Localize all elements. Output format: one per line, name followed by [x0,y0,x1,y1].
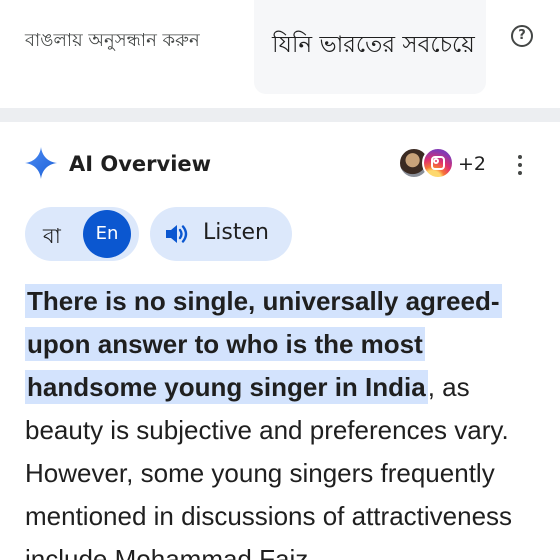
sources-more-count: +2 [458,153,487,175]
sparkle-icon [25,147,57,179]
search-in-bengali-link[interactable]: বাঙলায় অনুসন্ধান করুন [25,26,200,57]
section-divider [0,108,560,122]
language-option-english[interactable]: En [83,210,131,258]
page: বাঙলায় অনুসন্ধান করুন যিনি ভারতের সবচেয… [0,0,560,560]
query-chip[interactable]: যিনি ভারতের সবচেয়ে [254,0,486,94]
language-toggle[interactable]: বা En [25,207,139,261]
listen-label: Listen [203,220,269,245]
search-top-bar: বাঙলায় অনুসন্ধান করুন যিনি ভারতের সবচেয… [0,0,560,108]
ai-overview-header: AI Overview +2 [0,140,560,192]
ai-overview-answer: There is no single, universally agreed-u… [25,280,545,560]
query-text: যিনি ভারতের সবচেয়ে [272,32,475,58]
speaker-icon [166,225,188,243]
ai-overview-title: AI Overview [69,152,212,176]
more-vert-icon[interactable] [512,152,528,178]
language-option-bengali[interactable]: বা [43,220,61,255]
instagram-icon [422,147,454,179]
listen-button[interactable]: Listen [150,207,292,261]
help-circle-icon[interactable]: ? [511,25,533,47]
